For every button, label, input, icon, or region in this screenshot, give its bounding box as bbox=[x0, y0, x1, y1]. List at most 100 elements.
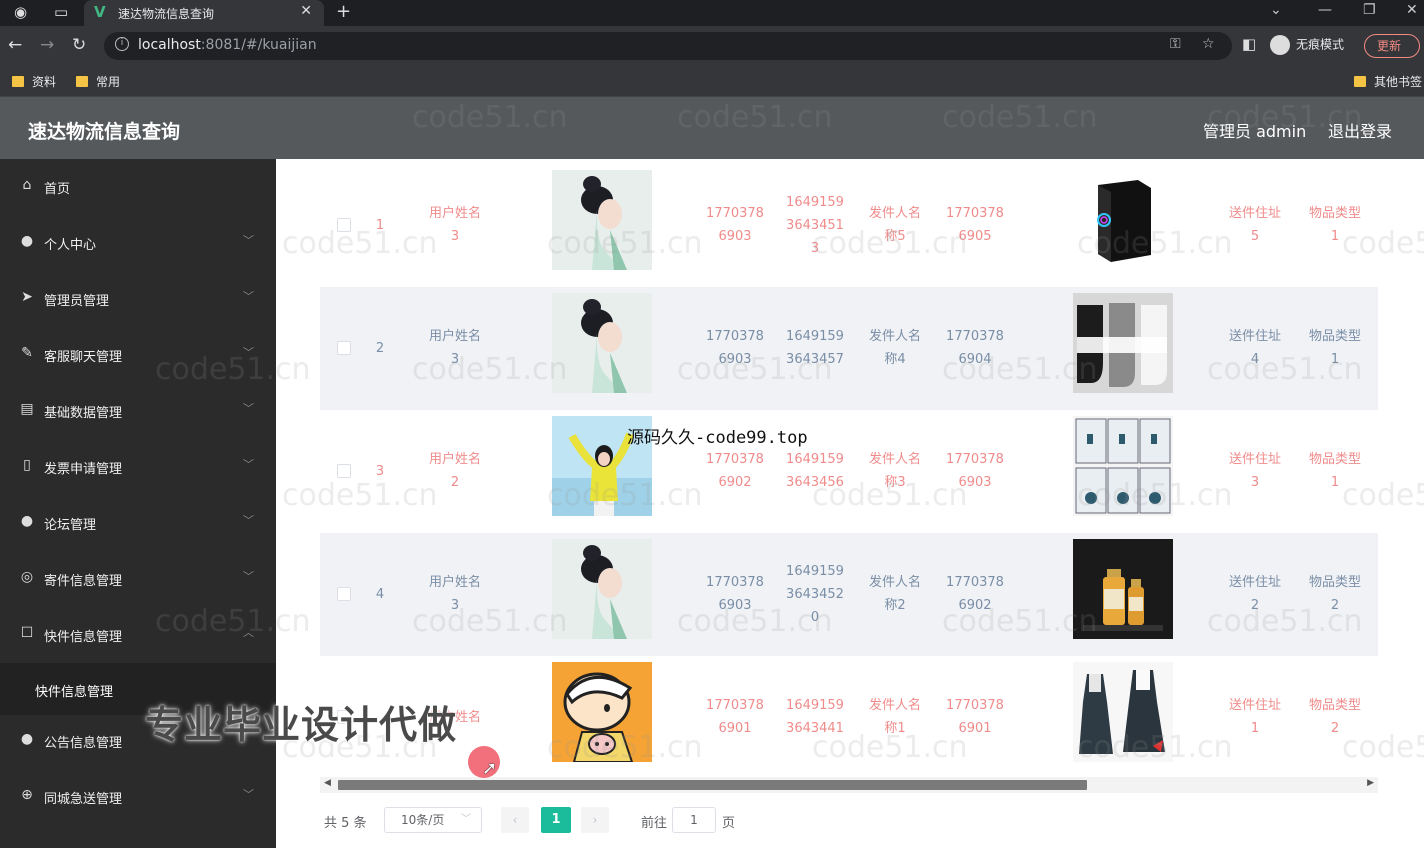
user-photo[interactable] bbox=[552, 170, 652, 270]
table-row[interactable]: 4 用户姓名 3 1770378 6903 1649159 3643452 0 发件人名 称2 17… bbox=[320, 533, 1378, 656]
sidebar-item-home[interactable]: ⌂ 首页 bbox=[0, 159, 276, 215]
cell-user-name-line: 3 bbox=[450, 352, 460, 367]
back-icon[interactable]: ← bbox=[8, 35, 22, 55]
tab-close-icon[interactable]: ✕ bbox=[300, 3, 312, 19]
sidepanel-icon[interactable]: ◧ bbox=[1242, 35, 1256, 53]
sidebar-item-invoice[interactable]: ▯ 发票申请管理 ﹀ bbox=[0, 439, 276, 495]
sidebar-item-chat-management[interactable]: ✎ 客服聊天管理 ﹀ bbox=[0, 327, 276, 383]
goto-page-input[interactable]: 1 bbox=[672, 807, 716, 833]
cell-sender-name: 发件人名 称4 bbox=[860, 325, 930, 371]
url-field[interactable]: i localhost:8081/#/kuaijian ⚿ ☆ bbox=[104, 32, 1232, 60]
phone-icon: ▯ bbox=[23, 457, 31, 473]
cell-sender-name-line: 称3 bbox=[884, 475, 906, 490]
cell-sender-name-line: 发件人名 bbox=[868, 698, 921, 713]
tab-list-icon[interactable]: ⌄ bbox=[1270, 2, 1282, 18]
cell-item-type-line: 物品类型 bbox=[1308, 329, 1361, 344]
user-photo[interactable] bbox=[552, 539, 652, 639]
cell-user-phone: 1770378 6903 bbox=[700, 571, 770, 617]
window-close-icon[interactable]: ✕ bbox=[1406, 2, 1418, 18]
update-button[interactable]: 更新 bbox=[1364, 34, 1420, 58]
table-row[interactable]: 3 用户姓名 2 1770378 6902 1649159 3643456 发件人名 称3 177… bbox=[320, 410, 1378, 533]
scrollbar-thumb[interactable] bbox=[338, 780, 1087, 790]
sidebar-item-admin-management[interactable]: ➤ 管理员管理 ﹀ bbox=[0, 271, 276, 327]
sidebar-item-sending[interactable]: ◎ 寄件信息管理 ﹀ bbox=[0, 551, 276, 607]
other-bookmarks[interactable]: 其他书签 bbox=[1354, 73, 1422, 90]
cell-tracking-number-line: 1649159 bbox=[786, 194, 844, 210]
key-icon[interactable]: ⚿ bbox=[1170, 36, 1181, 52]
cell-tracking-number-line: 3643452 bbox=[786, 586, 844, 602]
cell-tracking-number: 1649159 3643457 bbox=[780, 325, 850, 371]
item-photo[interactable] bbox=[1073, 170, 1173, 270]
browser-tab[interactable]: V 速达物流信息查询 ✕ bbox=[84, 0, 324, 26]
row-checkbox[interactable] bbox=[337, 341, 351, 355]
chevron-up-icon: ︿ bbox=[243, 626, 254, 639]
cell-item-type: 物品类型 1 bbox=[1300, 448, 1370, 494]
sidebar-item-basic-data[interactable]: ▤ 基础数据管理 ﹀ bbox=[0, 383, 276, 439]
prev-page-button[interactable]: ‹ bbox=[501, 807, 529, 833]
sidebar-item-forum[interactable]: ● 论坛管理 ﹀ bbox=[0, 495, 276, 551]
reload-icon[interactable]: ↻ bbox=[72, 35, 86, 55]
scroll-right-icon[interactable]: ▶ bbox=[1367, 778, 1374, 788]
page-size-select[interactable]: 10条/页 ﹀ bbox=[384, 807, 482, 833]
tab-search-icon[interactable]: ▭ bbox=[54, 3, 68, 21]
bookmark-folder-ziliao[interactable]: 资料 bbox=[12, 73, 56, 90]
user-photo[interactable] bbox=[552, 662, 652, 762]
cell-sender-name-line: 发件人名 bbox=[868, 575, 921, 590]
other-bookmarks-label: 其他书签 bbox=[1374, 75, 1423, 89]
sidebar-item-same-city[interactable]: ⊕ 同城急送管理 ﹀ bbox=[0, 769, 276, 825]
forward-icon[interactable]: → bbox=[40, 35, 54, 55]
sidebar-item-label: 客服聊天管理 bbox=[44, 350, 123, 365]
current-page-button[interactable]: 1 bbox=[541, 807, 571, 833]
page-size-value: 10条/页 bbox=[401, 813, 445, 827]
cell-tracking-number-line: 3643457 bbox=[786, 352, 844, 367]
item-photo[interactable] bbox=[1073, 416, 1173, 516]
item-photo[interactable] bbox=[1073, 539, 1173, 639]
user-photo[interactable] bbox=[552, 293, 652, 393]
cell-tracking-number-line: 3643441 bbox=[786, 721, 844, 736]
incognito-indicator[interactable]: 无痕模式 bbox=[1270, 35, 1344, 55]
cell-tracking-number-line: 1649159 bbox=[786, 698, 844, 713]
sidebar-item-express[interactable]: ☐ 快件信息管理 ︿ bbox=[0, 607, 276, 663]
cell-item-type-line: 物品类型 bbox=[1308, 575, 1361, 590]
url-host: localhost bbox=[138, 37, 201, 53]
bookmark-label: 资料 bbox=[32, 75, 57, 89]
scroll-left-icon[interactable]: ◀ bbox=[324, 778, 331, 788]
horizontal-scrollbar[interactable]: ◀ ▶ bbox=[320, 777, 1378, 793]
item-photo[interactable] bbox=[1073, 662, 1173, 762]
cell-user-phone: 1770378 6901 bbox=[700, 694, 770, 740]
cell-user-phone: 1770378 6902 bbox=[700, 448, 770, 494]
cell-sender-name-line: 发件人名 bbox=[868, 452, 921, 467]
chevron-down-icon: ﹀ bbox=[243, 458, 254, 471]
cell-sender-name-line: 发件人名 bbox=[868, 329, 921, 344]
row-checkbox[interactable] bbox=[337, 464, 351, 478]
overlay-promo-text: 专业毕业设计代做 bbox=[145, 703, 458, 747]
new-tab-icon[interactable]: + bbox=[336, 1, 351, 22]
item-photo[interactable] bbox=[1073, 293, 1173, 393]
row-checkbox[interactable] bbox=[337, 218, 351, 232]
row-checkbox[interactable] bbox=[337, 587, 351, 601]
cell-user-name: 用户姓名 3 bbox=[410, 571, 500, 617]
cell-sender-phone-line: 6904 bbox=[958, 352, 992, 367]
cell-index: 1 bbox=[365, 214, 395, 237]
cell-index-line: 3 bbox=[375, 463, 385, 479]
cell-sender-phone-line: 6903 bbox=[958, 475, 992, 490]
table-row[interactable]: 1 用户姓名 3 1770378 6903 1649159 3643451 3 发件人名 称5 17… bbox=[320, 164, 1378, 287]
site-info-icon[interactable]: i bbox=[115, 37, 129, 51]
user-icon: ● bbox=[20, 513, 34, 529]
table-row[interactable]: 2 用户姓名 3 1770378 6903 1649159 3643457 发件人名 称4 177… bbox=[320, 287, 1378, 410]
bookmark-label: 常用 bbox=[96, 75, 121, 89]
bookmark-star-icon[interactable]: ☆ bbox=[1202, 36, 1215, 52]
bookmark-folder-changyong[interactable]: 常用 bbox=[76, 73, 120, 90]
sidebar-item-personal-center[interactable]: ● 个人中心 ﹀ bbox=[0, 215, 276, 271]
next-page-button[interactable]: › bbox=[581, 807, 609, 833]
cell-item-type-line: 1 bbox=[1330, 475, 1340, 490]
restore-icon[interactable]: ❐ bbox=[1363, 2, 1376, 18]
minimize-icon[interactable]: — bbox=[1318, 2, 1332, 18]
chevron-down-icon: ﹀ bbox=[243, 290, 254, 303]
pagination-total: 共 5 条 bbox=[324, 816, 367, 831]
logout-button[interactable]: 退出登录 bbox=[1328, 118, 1392, 142]
cell-tracking-number-line: 1649159 bbox=[786, 452, 844, 467]
sidebar-item-label: 发票申请管理 bbox=[44, 462, 123, 477]
cell-item-type: 物品类型 2 bbox=[1300, 694, 1370, 740]
browser-menu-icon[interactable]: ◉ bbox=[14, 3, 27, 21]
